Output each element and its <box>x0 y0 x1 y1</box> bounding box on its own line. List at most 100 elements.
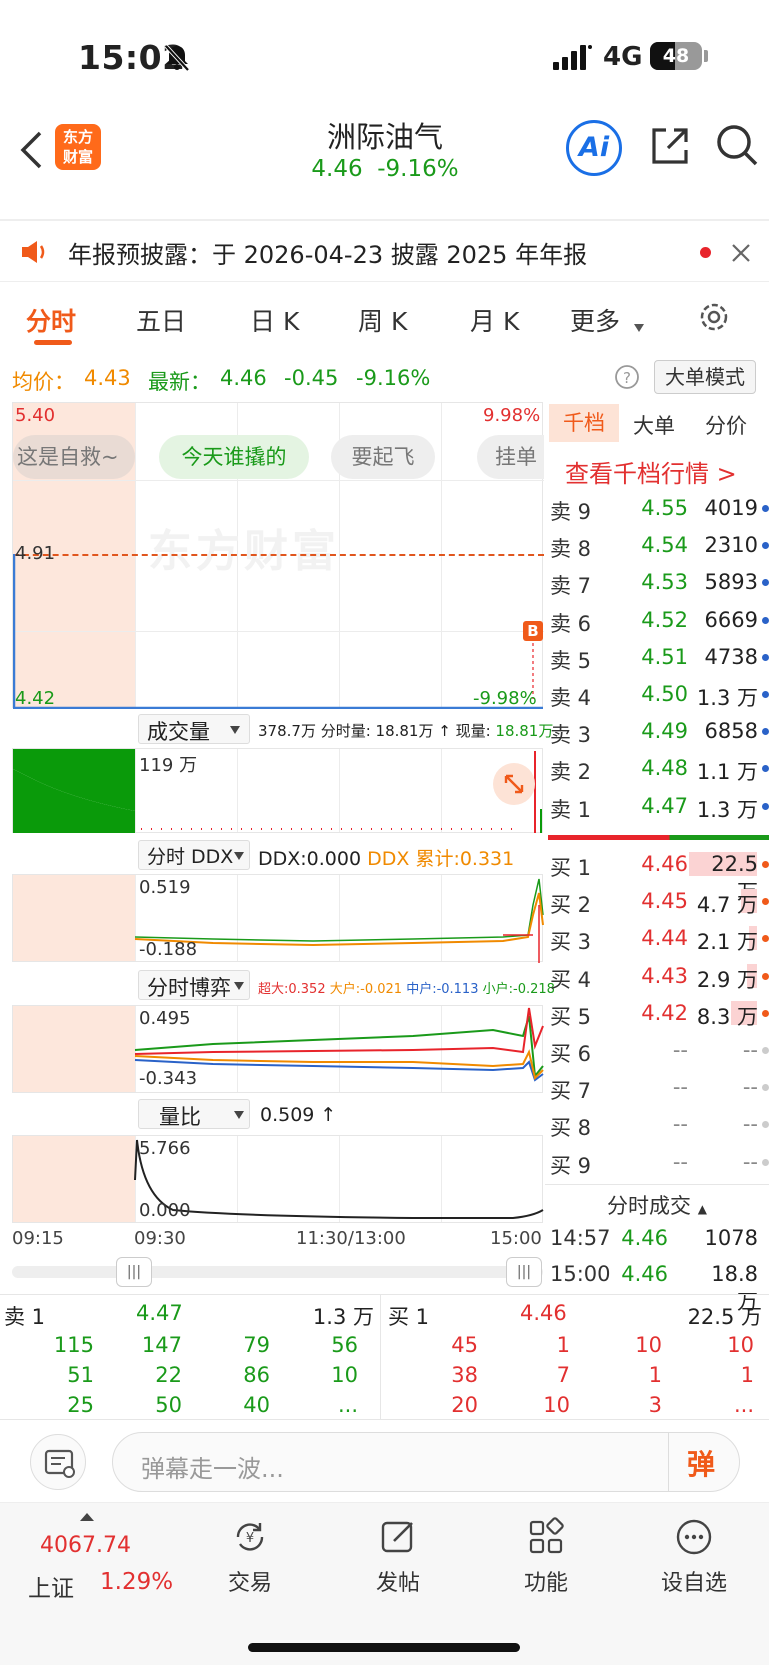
queue-cell: 86 <box>243 1363 270 1387</box>
signal-icon <box>553 45 592 70</box>
queue-buy-label: 买 1 <box>388 1305 430 1329</box>
large-order-mode-button[interactable]: 大单模式 <box>654 360 756 394</box>
game-chart-panel[interactable]: 0.495 -0.343 <box>12 1005 544 1093</box>
nav-bar: 东方 财富 洲际油气 4.46 -9.16% Ai <box>0 110 769 192</box>
barrage-settings-button[interactable] <box>30 1434 86 1490</box>
price-min-label: 4.42 <box>15 688 56 709</box>
book-tab-price-distribution[interactable]: 分价 <box>705 410 747 440</box>
nav-functions[interactable]: 功能 <box>496 1517 596 1597</box>
mid-value: 中户:-0.113 <box>406 982 479 997</box>
queue-sell-volume: 1.3 万 <box>312 1305 374 1329</box>
buy-level-row[interactable]: 买 8 -- -- <box>550 1106 769 1143</box>
sell-level-row[interactable]: 卖 4 4.50 1.3 万 <box>550 676 769 713</box>
avg-price: 4.43 <box>84 366 131 390</box>
chart-area: 东方财富 5.40 9.98% 4.91 4.42 -9.98% B 这是自救~… <box>12 402 555 1224</box>
time-range-slider-track[interactable]: ||| ||| <box>12 1257 543 1287</box>
book-tab-levels[interactable]: 千档 <box>549 404 619 442</box>
volume-summary: 378.7万 分时量: 18.81万 ↑ 现量: <box>258 722 496 740</box>
queue-cell: 115 <box>53 1333 94 1357</box>
avg-label: 均价： <box>12 370 75 394</box>
app-logo: 东方 财富 <box>55 124 101 170</box>
buy-level-row[interactable]: 买 7 -- -- <box>550 1069 769 1106</box>
volume-max-label: 119 万 <box>139 755 198 776</box>
sell-level-row[interactable]: 卖 5 4.51 4738 <box>550 639 769 676</box>
barrage-send-button[interactable]: 弹 <box>687 1443 715 1483</box>
queue-cell: 7 <box>556 1363 570 1387</box>
price-max-label: 5.40 <box>15 405 56 426</box>
tab-week-k[interactable]: 周 K <box>358 302 407 338</box>
tab-more[interactable]: 更多 <box>570 302 620 338</box>
buy-level-row[interactable]: 买 2 4.45 4.7 万 <box>550 883 769 920</box>
barrage-bubble[interactable]: 要起飞 <box>331 435 435 479</box>
ai-button[interactable]: Ai <box>566 120 622 176</box>
barrage-bar: 弹幕走一波... 弹 <box>0 1420 769 1502</box>
speaker-icon <box>22 241 45 263</box>
tab-day-k[interactable]: 日 K <box>250 302 299 338</box>
nav-add-watchlist[interactable]: 设自选 <box>644 1517 744 1597</box>
queue-cell: 10 <box>727 1333 754 1357</box>
ratio-chart-panel[interactable]: 5.766 0.000 <box>12 1135 544 1223</box>
trades-header[interactable]: 分时成交 ▲ <box>607 1190 707 1220</box>
tab-month-k[interactable]: 月 K <box>470 302 519 338</box>
share-icon[interactable] <box>648 124 692 168</box>
view-full-depth-link[interactable]: 查看千档行情 > <box>565 454 737 489</box>
ddx-chart-panel[interactable]: 0.519 -0.188 <box>12 874 544 963</box>
latest-price: 4.46 <box>220 366 267 390</box>
stock-quote: 4.46 -9.16% <box>311 156 459 182</box>
search-icon[interactable] <box>714 122 760 168</box>
collapse-arrow-icon: ▲ <box>697 1202 707 1216</box>
help-icon[interactable]: ? <box>614 364 640 390</box>
index-value[interactable]: 4067.74 <box>40 1533 131 1558</box>
sell-level-row[interactable]: 卖 9 4.55 4019 <box>550 490 769 527</box>
settings-gear-icon[interactable] <box>697 300 731 334</box>
sell-level-row[interactable]: 卖 8 4.54 2310 <box>550 527 769 564</box>
battery-level: 48 <box>662 45 690 67</box>
sell-level-row[interactable]: 卖 2 4.48 1.1 万 <box>550 750 769 787</box>
volume-bars <box>13 749 542 833</box>
buy-level-row[interactable]: 买 4 4.43 2.9 万 <box>550 958 769 995</box>
volume-chart-panel[interactable]: 119 万 <box>12 748 543 833</box>
index-percent[interactable]: 1.29% <box>100 1569 173 1595</box>
queue-cell: 38 <box>451 1363 478 1387</box>
change-percent: -9.16% <box>356 366 431 390</box>
trade-row: 15:00 4.46 18.8 万 <box>550 1262 758 1314</box>
game-lines <box>134 1007 544 1082</box>
queue-cell: 79 <box>243 1333 270 1357</box>
sell-level-row[interactable]: 卖 1 4.47 1.3 万 <box>550 788 769 825</box>
nav-post[interactable]: 发帖 <box>348 1517 448 1597</box>
barrage-input[interactable]: 弹幕走一波... 弹 <box>112 1432 740 1492</box>
queue-cell: 40 <box>243 1393 270 1417</box>
barrage-bubble[interactable]: 今天谁撬的 <box>159 435 309 479</box>
back-icon[interactable] <box>18 130 44 170</box>
buy-marker[interactable]: B <box>523 621 543 641</box>
slider-handle-left[interactable]: ||| <box>116 1257 152 1287</box>
bottom-toolbar: 4067.74 上证 1.29% ¥ 交易 发帖 功能 设自选 <box>0 1502 769 1665</box>
sell-level-row[interactable]: 卖 3 4.49 6858 <box>550 713 769 750</box>
level-dot <box>762 898 769 906</box>
buy-level-row[interactable]: 买 5 4.42 8.3 万 <box>550 995 769 1032</box>
close-icon[interactable] <box>731 243 751 263</box>
price-chart-panel[interactable]: 东方财富 5.40 9.98% 4.91 4.42 -9.98% B 这是自救~… <box>12 402 544 709</box>
level-dot <box>762 972 769 980</box>
level-dot <box>762 1084 769 1092</box>
sell-level-row[interactable]: 卖 6 4.52 6669 <box>550 602 769 639</box>
tab-five-day[interactable]: 五日 <box>136 302 186 338</box>
sell-level-row[interactable]: 卖 7 4.53 5893 <box>550 564 769 601</box>
big-value: 大户:-0.021 <box>329 982 403 997</box>
buy-level-row[interactable]: 买 14.4622.5 万 <box>550 846 769 904</box>
buy-level-row[interactable]: 买 3 4.44 2.1 万 <box>550 920 769 957</box>
index-name[interactable]: 上证 <box>28 1569 74 1603</box>
tab-intraday[interactable]: 分时 <box>26 302 76 338</box>
book-tab-large-orders[interactable]: 大单 <box>633 410 675 440</box>
barrage-bubble[interactable]: 这是自救~ <box>13 435 135 479</box>
queue-cell: 50 <box>155 1393 182 1417</box>
barrage-bubble[interactable]: 挂单 <box>477 435 544 479</box>
announcement-bar[interactable]: 年报预披露：于 2026-04-23 披露 2025 年年报 <box>0 220 769 282</box>
unread-dot <box>700 247 711 258</box>
buy-level-row[interactable]: 买 6 -- -- <box>550 1032 769 1069</box>
level-dot <box>762 1047 769 1054</box>
buy-level-row[interactable]: 买 9 -- -- <box>550 1144 769 1181</box>
nav-trade[interactable]: ¥ 交易 <box>200 1517 300 1597</box>
slider-handle-right[interactable]: ||| <box>506 1257 542 1287</box>
expand-icon[interactable] <box>493 763 535 805</box>
